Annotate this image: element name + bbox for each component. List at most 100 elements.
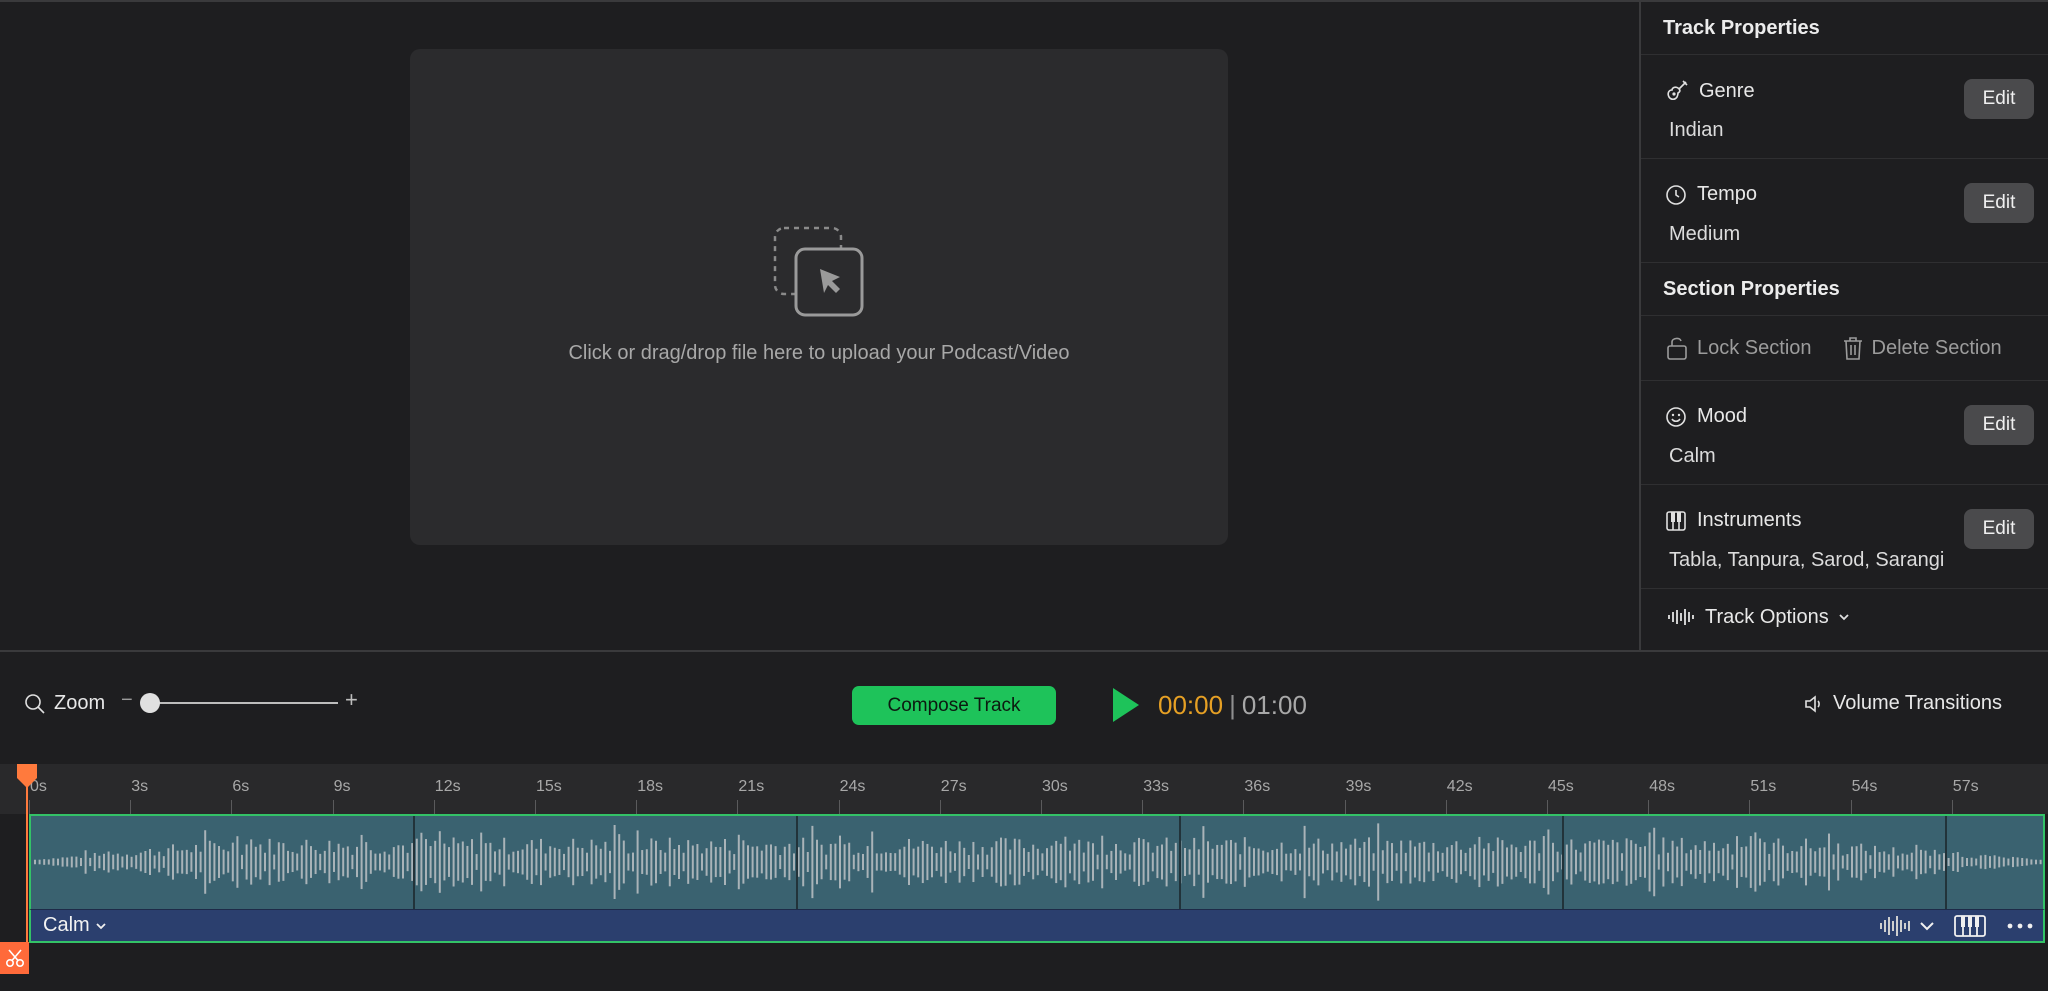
waveform-dropdown-icon[interactable] — [1879, 913, 1935, 939]
section-divider — [1562, 816, 1564, 909]
play-icon[interactable] — [1110, 685, 1142, 725]
section-bar-actions — [1879, 913, 2035, 939]
ruler-tick-label: 24s — [839, 778, 866, 795]
ruler-tick — [1749, 800, 1751, 814]
volume-transitions-label: Volume Transitions — [1833, 692, 2002, 714]
upload-prompt: Click or drag/drop file here to upload y… — [568, 342, 1070, 364]
ruler-tick — [1850, 800, 1852, 814]
more-options-icon[interactable] — [2005, 913, 2035, 939]
scissors-button[interactable] — [0, 942, 29, 974]
ruler-tick-label: 18s — [637, 778, 663, 795]
mood-value: Calm — [1669, 445, 1716, 467]
zoom-control: Zoom — [24, 692, 105, 715]
section-divider — [796, 816, 798, 909]
total-time: 01:00 — [1241, 690, 1307, 720]
ruler-tick-label: 36s — [1244, 778, 1271, 795]
volume-transitions-button[interactable]: Volume Transitions — [1803, 692, 2002, 715]
mood-property: Mood Calm Edit — [1641, 381, 2048, 485]
ruler-tick-label: 15s — [536, 778, 562, 795]
time-ruler[interactable]: 0s 3s 6s 9s 12s 15s 18s 21s 24s 27s 30s 33s 36s 39s 42… — [0, 764, 2048, 814]
ruler-tick-label: 33s — [1143, 778, 1169, 795]
genre-value: Indian — [1669, 119, 1724, 141]
ruler-tick — [1648, 800, 1650, 814]
time-separator: | — [1229, 690, 1236, 720]
tempo-value: Medium — [1669, 223, 1741, 245]
ruler-tick-label: 57s — [1952, 778, 1979, 795]
trash-icon — [1843, 337, 1862, 360]
properties-panel: Track Properties Genre Indian Edit Tempo… — [1639, 2, 2048, 650]
track-options-toggle[interactable]: Track Options — [1641, 589, 2048, 645]
edit-instruments-button[interactable]: Edit — [1964, 509, 2034, 549]
track-options-label: Track Options — [1705, 605, 1829, 628]
ruler-tick — [433, 800, 435, 814]
media-stage: Click or drag/drop file here to upload y… — [0, 2, 1639, 650]
search-icon — [25, 693, 45, 714]
ruler-tick — [1142, 800, 1144, 814]
zoom-in-button[interactable]: + — [345, 687, 358, 713]
ruler-tick — [332, 800, 334, 814]
smiley-icon — [1666, 406, 1686, 427]
tempo-property: Tempo Medium Edit — [1641, 159, 2048, 263]
waveform — [34, 823, 2042, 901]
guitar-icon — [1667, 80, 1688, 101]
ruler-tick — [535, 800, 536, 814]
ruler-tick — [636, 800, 638, 814]
upload-dropzone[interactable]: Click or drag/drop file here to upload y… — [410, 49, 1228, 545]
ruler-tick-label: 9s — [333, 778, 351, 795]
edit-genre-button[interactable]: Edit — [1964, 79, 2034, 119]
ruler-tick-label: 48s — [1649, 778, 1675, 795]
tempo-label: Tempo — [1697, 183, 1758, 205]
time-display: 00:00 | 01:00 — [1158, 690, 1307, 721]
section-actions: Lock Section Delete Section — [1641, 316, 2048, 381]
current-time: 00:00 — [1158, 690, 1224, 720]
section-mood-label: Calm — [43, 914, 90, 936]
section-mood-dropdown[interactable]: Calm — [43, 914, 108, 937]
playhead-handle[interactable] — [17, 764, 37, 788]
ruler-tick-label: 6s — [232, 778, 250, 795]
ruler-tick — [1243, 800, 1245, 814]
ruler-tick — [939, 800, 941, 814]
chevron-down-icon — [96, 922, 106, 929]
unlock-icon — [1667, 337, 1687, 360]
lock-section-button[interactable]: Lock Section — [1665, 335, 1812, 361]
section-bar: Calm — [29, 909, 2045, 943]
ruler-tick-label: 42s — [1446, 778, 1473, 795]
piano-keys-icon[interactable] — [1953, 913, 1987, 939]
zoom-slider-thumb[interactable] — [140, 693, 160, 713]
ruler-tick — [1547, 800, 1548, 814]
mood-label: Mood — [1697, 405, 1748, 427]
ruler-tick — [1951, 800, 1953, 814]
ruler-tick-label: 21s — [738, 778, 765, 795]
delete-section-button[interactable]: Delete Section — [1842, 335, 2002, 361]
ruler-tick — [231, 800, 233, 814]
zoom-out-button[interactable]: − — [121, 689, 133, 712]
ruler-tick-label: 39s — [1345, 778, 1372, 795]
edit-tempo-button[interactable]: Edit — [1964, 183, 2034, 223]
timeline: 0s 3s 6s 9s 12s 15s 18s 21s 24s 27s 30s 33s 36s 39s 42… — [0, 764, 2048, 991]
compose-track-button[interactable]: Compose Track — [852, 686, 1056, 725]
transport-bar: Zoom − + Compose Track 00:00 | 01:00 Volum… — [0, 652, 2048, 764]
ruler-tick — [1041, 800, 1042, 814]
section-divider — [1179, 816, 1181, 909]
piano-keys-icon — [1666, 510, 1686, 531]
track-properties-heading: Track Properties — [1641, 2, 2048, 55]
ruler-tick-label: 27s — [940, 778, 967, 795]
ruler-tick-label: 12s — [434, 778, 461, 795]
ruler-tick — [29, 800, 30, 814]
edit-mood-button[interactable]: Edit — [1964, 405, 2034, 445]
chevron-down-icon — [1839, 614, 1849, 621]
zoom-slider[interactable] — [140, 693, 338, 713]
waveform-icon — [1668, 609, 1694, 625]
zoom-label: Zoom — [54, 692, 106, 714]
delete-section-label: Delete Section — [1871, 336, 2002, 359]
clock-icon — [1666, 184, 1686, 205]
ruler-tick — [1344, 800, 1346, 814]
ruler-tick-label: 30s — [1042, 778, 1068, 795]
upload-cursor-icon — [773, 226, 864, 317]
lock-section-label: Lock Section — [1697, 336, 1812, 359]
instruments-label: Instruments — [1697, 509, 1802, 531]
ruler-tick-label: 54s — [1851, 778, 1878, 795]
section-divider — [413, 816, 415, 909]
audio-clip[interactable] — [29, 814, 2045, 909]
genre-property: Genre Indian Edit — [1641, 55, 2048, 159]
